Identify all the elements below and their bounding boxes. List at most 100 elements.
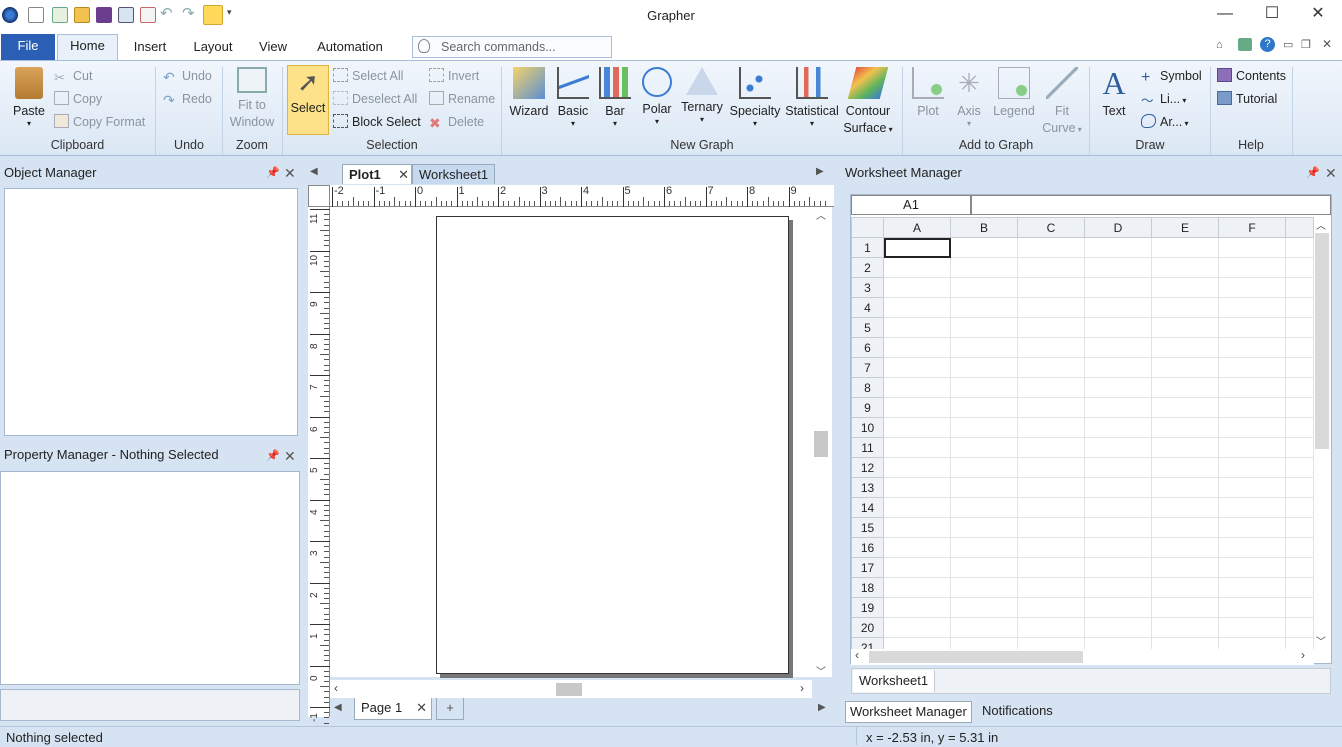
cell[interactable]	[1084, 337, 1152, 358]
row-header[interactable]: 20	[851, 617, 884, 638]
cell[interactable]	[1084, 617, 1152, 638]
cell[interactable]	[1017, 497, 1085, 518]
cell[interactable]	[1285, 617, 1314, 638]
minimize-button[interactable]: —	[1213, 4, 1237, 24]
cell[interactable]	[1084, 497, 1152, 518]
collapse-ribbon-icon[interactable]: ⌂	[1216, 39, 1223, 51]
pin-icon[interactable]: 📌	[266, 449, 280, 462]
cell[interactable]	[1017, 237, 1085, 258]
worksheet-vertical-scrollbar[interactable]: ︿ ﹀	[1314, 217, 1330, 649]
cell[interactable]	[1084, 317, 1152, 338]
doc-restore-icon[interactable]: ❐	[1301, 38, 1311, 51]
cell[interactable]	[950, 357, 1018, 378]
column-header[interactable]: E	[1151, 217, 1219, 238]
cell[interactable]	[1017, 277, 1085, 298]
bar-graph-button[interactable]: Bar ▾	[597, 65, 633, 128]
cell[interactable]	[883, 617, 951, 638]
plot-horizontal-scrollbar[interactable]: ‹ ›	[330, 680, 812, 698]
scroll-right-icon[interactable]: ›	[1301, 648, 1305, 662]
page-scroll-left-icon[interactable]: ◀	[334, 702, 342, 713]
cell[interactable]	[883, 577, 951, 598]
row-header[interactable]: 11	[851, 437, 884, 458]
scroll-left-icon[interactable]: ‹	[334, 681, 338, 695]
scroll-left-icon[interactable]: ‹	[855, 648, 859, 662]
cell[interactable]	[1218, 417, 1286, 438]
cell[interactable]	[1285, 557, 1314, 578]
close-window-button[interactable]: ✕	[1306, 4, 1330, 24]
cell[interactable]	[1017, 257, 1085, 278]
cell[interactable]	[1285, 297, 1314, 318]
cell[interactable]	[1084, 437, 1152, 458]
cell[interactable]	[1084, 377, 1152, 398]
tutorial-button[interactable]: Tutorial	[1217, 89, 1277, 109]
cell[interactable]	[1017, 457, 1085, 478]
pin-icon[interactable]: 📌	[1306, 166, 1320, 179]
cell[interactable]	[950, 517, 1018, 538]
cell[interactable]	[1218, 297, 1286, 318]
cell[interactable]	[1084, 537, 1152, 558]
tab-page1[interactable]: Page 1 ✕	[354, 698, 432, 720]
wizard-button[interactable]: Wizard	[507, 65, 551, 120]
row-header[interactable]: 19	[851, 597, 884, 618]
symbol-button[interactable]: + Symbol	[1141, 66, 1202, 86]
cell[interactable]	[1218, 597, 1286, 618]
row-header[interactable]: 18	[851, 577, 884, 598]
cell[interactable]	[950, 617, 1018, 638]
tab-scroll-left-icon[interactable]: ◀	[310, 166, 318, 177]
cell[interactable]	[1017, 577, 1085, 598]
cell[interactable]	[1151, 237, 1219, 258]
cell[interactable]	[883, 537, 951, 558]
line-button[interactable]: 〜 Li... ▾	[1141, 89, 1186, 109]
column-header[interactable]: A	[883, 217, 951, 238]
cell[interactable]	[1285, 537, 1314, 558]
cell[interactable]	[883, 597, 951, 618]
column-header[interactable]: C	[1017, 217, 1085, 238]
scroll-up-icon[interactable]: ︿	[816, 207, 826, 222]
cell[interactable]	[1084, 297, 1152, 318]
bottom-tab-notifications[interactable]: Notifications	[982, 701, 1053, 723]
cell[interactable]	[1218, 317, 1286, 338]
scroll-down-icon[interactable]: ﹀	[1316, 633, 1326, 648]
cell[interactable]	[1084, 257, 1152, 278]
cell[interactable]	[1151, 577, 1219, 598]
add-page-button[interactable]: +	[436, 698, 464, 720]
cell[interactable]	[1218, 377, 1286, 398]
cell[interactable]	[950, 317, 1018, 338]
cell[interactable]	[883, 337, 951, 358]
cell[interactable]	[950, 437, 1018, 458]
formula-bar[interactable]	[971, 195, 1331, 215]
cell[interactable]	[1017, 317, 1085, 338]
scroll-up-icon[interactable]: ︿	[1316, 217, 1326, 232]
cell[interactable]	[1218, 337, 1286, 358]
cell[interactable]	[1017, 617, 1085, 638]
cell[interactable]	[950, 577, 1018, 598]
copy-format-button[interactable]: Copy Format	[54, 112, 145, 132]
plot-vertical-scrollbar[interactable]: ︿ ﹀	[812, 207, 832, 678]
cell[interactable]	[1218, 617, 1286, 638]
cell[interactable]	[883, 517, 951, 538]
statistical-graph-button[interactable]: Statistical ▾	[784, 65, 840, 128]
cell[interactable]	[950, 277, 1018, 298]
add-axis-button[interactable]: ✳ Axis ▾	[951, 65, 987, 128]
property-manager-body[interactable]	[0, 471, 300, 685]
cell[interactable]	[883, 457, 951, 478]
cell[interactable]	[1218, 277, 1286, 298]
cell[interactable]	[1285, 597, 1314, 618]
maximize-button[interactable]: ☐	[1260, 4, 1284, 24]
scroll-thumb[interactable]	[814, 431, 828, 457]
specialty-graph-button[interactable]: Specialty ▾	[729, 65, 781, 128]
area-button[interactable]: Ar... ▾	[1141, 112, 1188, 132]
cell[interactable]	[950, 497, 1018, 518]
cell[interactable]	[1151, 317, 1219, 338]
cell[interactable]	[1151, 517, 1219, 538]
invert-button[interactable]: Invert	[429, 66, 479, 86]
row-header[interactable]: 8	[851, 377, 884, 398]
cell[interactable]	[883, 497, 951, 518]
worksheet-grid[interactable]: A B C D E F 1 2 3 4 5 6 7 8 9 10 11 12 13 14 15 16 17 18 19 20 21	[851, 217, 1314, 658]
cell[interactable]	[1017, 537, 1085, 558]
close-page-icon[interactable]: ✕	[416, 698, 427, 718]
row-header[interactable]: 2	[851, 257, 884, 278]
cell[interactable]	[1084, 357, 1152, 378]
cell[interactable]	[1084, 277, 1152, 298]
row-header[interactable]: 1	[851, 237, 884, 258]
